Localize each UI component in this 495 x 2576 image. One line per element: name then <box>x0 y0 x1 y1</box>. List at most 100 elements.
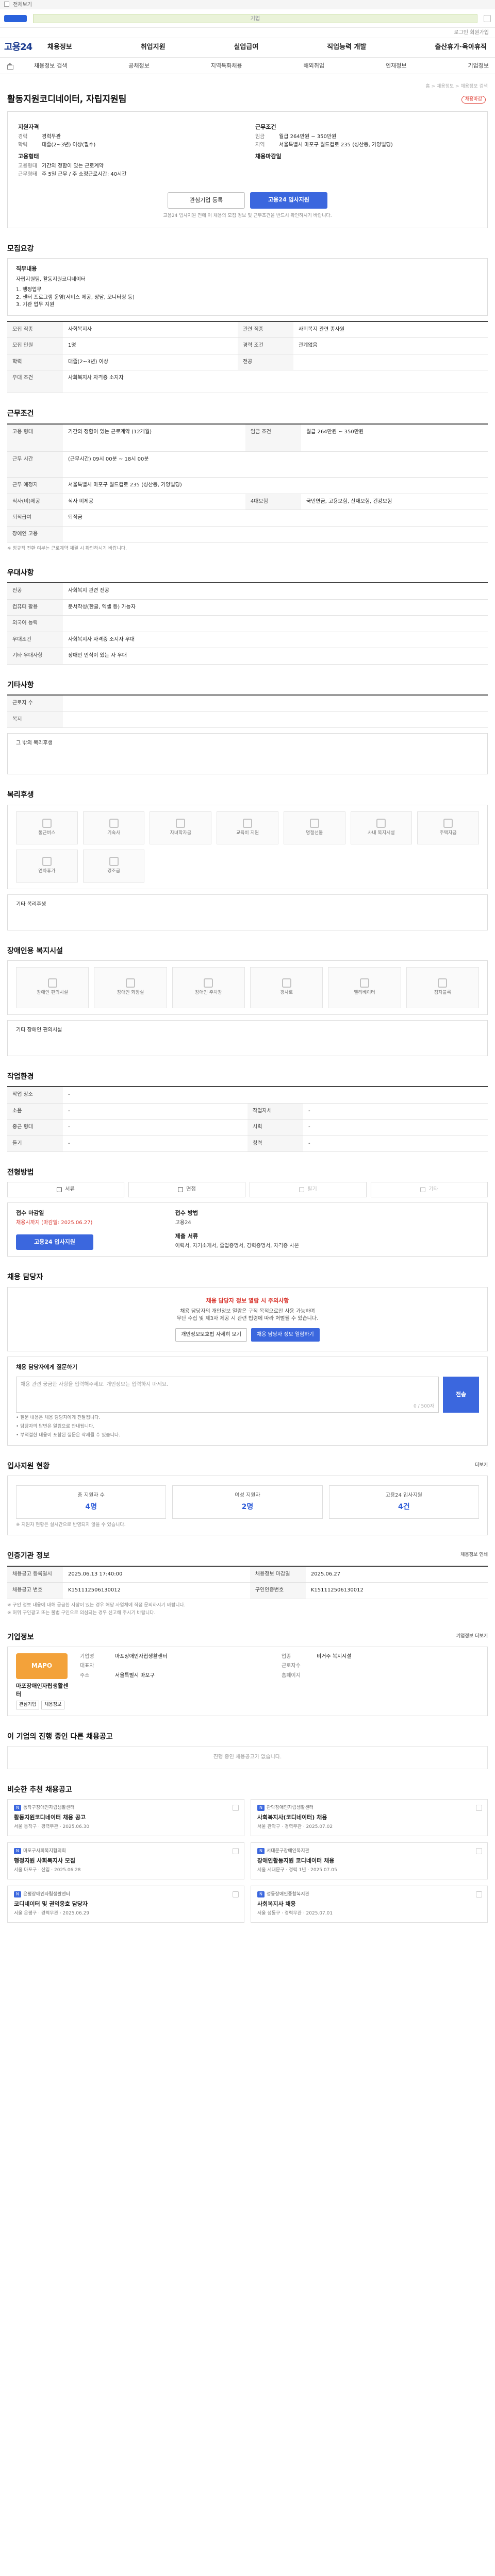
home-icon[interactable] <box>6 62 13 70</box>
preference-section: 우대사항 전공 사회복지 관련 전공 컴퓨터 활용 문서작성(한글, 엑셀 등) 가… <box>7 568 488 665</box>
bookmark-icon[interactable] <box>476 1848 482 1854</box>
rec-card[interactable]: N 서대문구장애인복지관 장애인활동지원 코디네이터 채용 서울 서대문구 · 경력 … <box>251 1842 488 1879</box>
table-header: 우대 조건 <box>7 370 63 394</box>
table-header: 장애인 고용 <box>7 526 63 543</box>
bookmark-icon[interactable] <box>233 1848 239 1854</box>
question-textarea[interactable]: 채용 관련 궁금한 사항을 입력해주세요. 개인정보는 입력하지 마세요. 0 … <box>16 1376 439 1413</box>
table-cell: 기간의 정함이 있는 근로계약 (12개월) <box>63 423 245 452</box>
disability-extra-box: 기타 장애인 편의시설 <box>7 1020 488 1056</box>
gnb-item-benefit[interactable]: 실업급여 <box>234 43 258 53</box>
stats-more-link[interactable]: 더보기 <box>475 1462 488 1469</box>
table-cell: 1명 <box>63 337 238 354</box>
disability-extra-label: 기타 장애인 편의시설 <box>16 1027 62 1033</box>
welfare-item: 기숙사 <box>82 811 145 844</box>
site-logo[interactable]: 고용24 <box>4 41 47 54</box>
summary-key: 지역 <box>255 142 265 148</box>
rec-org: 서대문구장애인복지관 <box>266 1848 309 1854</box>
table-row: 컴퓨터 활용 문서작성(한글, 엑셀 등) 가능자 <box>7 599 488 616</box>
rec-card[interactable]: N 마포구사회복지협의회 행정지원 사회복지사 모집 서울 마포구 · 신입 · 20… <box>7 1842 244 1879</box>
rec-card[interactable]: N 동작구장애인자립생활센터 활동지원코디네이터 채용 공고 서울 동작구 · 경력무… <box>7 1799 244 1836</box>
gnb-item-support[interactable]: 취업지원 <box>141 43 166 53</box>
save-company-button[interactable]: 관심기업 등록 <box>168 192 245 209</box>
gnb-item-jobs[interactable]: 채용정보 <box>47 43 72 53</box>
bookmark-icon[interactable] <box>233 1804 239 1811</box>
privacy-law-button[interactable]: 개인정보보호법 자세히 보기 <box>175 1328 247 1342</box>
lnb-item-regional[interactable]: 지역특화채용 <box>211 62 242 70</box>
rec-card[interactable]: N 은평장애인자립생활센터 코디네이터 및 권익옹호 담당자 서울 은평구 · 경력무… <box>7 1886 244 1923</box>
extra-welfare-label: 그 밖의 복리후생 <box>16 740 53 747</box>
apply-button[interactable]: 고용24 입사지원 <box>250 192 327 209</box>
environment-table: 작업 장소 - 소음 - 작업자세 - 중근 형태 - 시력 - 들기 - 청력 - <box>7 1086 488 1153</box>
welfare-extra-box: 기타 복리후생 <box>7 894 488 930</box>
menu-icon[interactable] <box>484 14 491 22</box>
login-link[interactable]: 로그인 회원가입 <box>454 30 489 36</box>
welfare-label: 자녀학자금 <box>170 830 191 836</box>
stat-card: 고용24 입사지원 4건 <box>328 1485 479 1519</box>
lnb-item-public[interactable]: 공채정보 <box>128 62 149 70</box>
interview-icon <box>178 1187 184 1193</box>
ramp-icon <box>282 978 291 988</box>
send-question-button[interactable]: 전송 <box>443 1376 479 1413</box>
summary-key: 고용형태 <box>18 163 37 169</box>
print-button[interactable]: 채용정보 인쇄 <box>460 1552 488 1558</box>
company-info-key: 근로자수 <box>282 1663 301 1669</box>
table-header: 외국어 능력 <box>7 615 63 632</box>
rec-card[interactable]: N 성동장애인종합복지관 사회복지사 채용 서울 성동구 · 경력무관 · 2025.… <box>251 1886 488 1923</box>
table-header: 전공 <box>7 583 63 600</box>
method-written: 필기 <box>250 1182 367 1198</box>
table-header: 근무 예정지 <box>7 477 63 494</box>
rec-card[interactable]: N 관악장애인자립생활센터 사회복지사(코디네이터) 채용 서울 관악구 · 경력무관… <box>251 1799 488 1836</box>
company-jobs-button[interactable]: 채용정보 <box>41 1700 65 1709</box>
pencil-icon <box>299 1187 305 1193</box>
lnb-item-search[interactable]: 채용정보 검색 <box>34 62 67 70</box>
regist-title: 인증기관 정보 <box>7 1552 50 1561</box>
apply-button-2[interactable]: 고용24 입사지원 <box>16 1234 93 1250</box>
table-header: 중근 형태 <box>7 1119 63 1136</box>
regist-note: ※ 구인 정보 내용에 대해 궁금한 사항이 있는 경우 해당 사업체에 직접 … <box>7 1602 186 1608</box>
section-title: 인증기관 정보 채용정보 인쇄 <box>7 1551 488 1561</box>
book-icon <box>242 818 252 828</box>
bookmark-icon[interactable] <box>476 1891 482 1897</box>
table-header: 학력 <box>7 354 63 371</box>
facility-item: 경사로 <box>250 967 323 1008</box>
section-title: 채용 담당자 <box>7 1273 43 1282</box>
table-row: 근로자 수 <box>7 695 488 712</box>
gnb-item-leave[interactable]: 출산휴가·육아휴직 <box>435 43 487 53</box>
lnb-item-overseas[interactable]: 해외취업 <box>303 62 324 70</box>
lnb-item-company[interactable]: 기업정보 <box>468 62 488 70</box>
checkbox-icon[interactable] <box>4 2 9 7</box>
company-more-link[interactable]: 기업정보 더보기 <box>456 1633 488 1640</box>
table-header: 퇴직급여 <box>7 510 63 527</box>
company-info-key: 주소 <box>80 1672 90 1679</box>
lnb-item-talent[interactable]: 인재정보 <box>386 62 406 70</box>
disability-box: 장애인 편의시설 장애인 화장실 장애인 주차장 경사로 엘리베이터 점자블록 <box>7 960 488 1015</box>
table-header: 채용공고 등록일시 <box>7 1566 63 1583</box>
welfare-label: 사내 복지시설 <box>368 830 395 836</box>
gnb-item-training[interactable]: 직업능력 개발 <box>327 43 366 53</box>
welfare-item: 교육비 지원 <box>217 811 278 844</box>
deadline-label: 접수 마감일 <box>16 1210 44 1217</box>
bookmark-icon[interactable] <box>233 1891 239 1897</box>
view-contact-button[interactable]: 채용 담당자 정보 열람하기 <box>251 1328 320 1342</box>
table-row: 우대 조건 사회복지사 자격증 소지자 <box>7 370 488 394</box>
table-row: 복지 <box>7 711 488 728</box>
table-cell: 서울특별시 마포구 월드컵로 235 (성산동, 가양빌딩) <box>63 477 488 494</box>
welfare-box: 통근버스 기숙사 자녀학자금 교육비 지원 명절선물 사내 복지시설 주택자금 … <box>7 804 488 889</box>
mini-logo[interactable] <box>4 14 27 22</box>
bookmark-icon[interactable] <box>476 1804 482 1811</box>
facility-label: 장애인 편의시설 <box>37 990 69 996</box>
table-row: 중근 형태 - 시력 - <box>7 1119 488 1136</box>
section-title: 비슷한 추천 채용공고 <box>7 1785 72 1794</box>
table-header: 구인인증번호 <box>250 1582 306 1599</box>
company-follow-button[interactable]: 관심기업 <box>16 1700 40 1709</box>
stats-title: 입사지원 현황 <box>7 1462 50 1471</box>
summary-key: 경력 <box>18 133 28 140</box>
rec-badge-icon: N <box>14 1804 21 1811</box>
stat-card: 여성 지원자 2명 <box>172 1485 323 1519</box>
warn-desc: 무단 수집 및 제3자 제공 시 관련 법령에 따라 처벌될 수 있습니다. <box>176 1316 319 1322</box>
regist-note: ※ 허위 구인광고 또는 불법 구인으로 의심되는 경우 신고해 주시기 바랍니… <box>7 1610 156 1616</box>
stat-card: 총 지원자 수 4명 <box>16 1485 167 1519</box>
section-title: 기타사항 <box>7 681 34 689</box>
search-input[interactable]: 기업 <box>33 13 477 23</box>
table-cell: - <box>63 1119 248 1136</box>
